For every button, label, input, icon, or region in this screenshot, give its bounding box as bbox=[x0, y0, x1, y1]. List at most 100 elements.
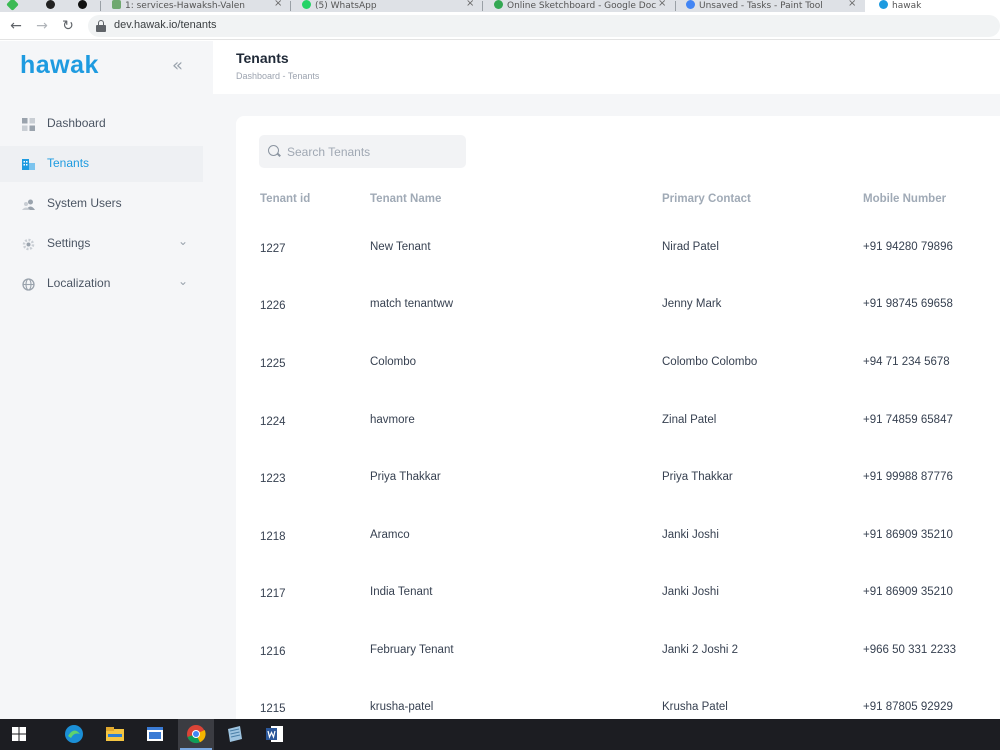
search-input[interactable] bbox=[287, 143, 457, 160]
table-row[interactable]: 1218 Aramco Janki Joshi +91 86909 35210 bbox=[236, 525, 1000, 582]
hawak-logo[interactable]: hawak bbox=[20, 51, 99, 80]
back-arrow-icon[interactable]: ← bbox=[6, 16, 26, 36]
chevron-down-icon[interactable]: ⌄ bbox=[178, 234, 188, 248]
windows-taskbar bbox=[0, 719, 1000, 750]
tenant-id-cell: 1227 bbox=[260, 243, 286, 255]
table-row[interactable]: 1215 krusha-patel Krusha Patel +91 87805… bbox=[236, 697, 1000, 719]
word-icon[interactable] bbox=[265, 724, 285, 744]
lock-icon bbox=[96, 20, 106, 32]
tenant-name-cell: New Tenant bbox=[370, 241, 431, 253]
tab-close-icon[interactable]: × bbox=[848, 0, 856, 9]
tab-title: 1: services-Hawaksh-Valen bbox=[125, 1, 245, 11]
browser-tab[interactable]: Online Sketchboard - Google Doc × bbox=[494, 0, 669, 12]
tenant-id-cell: 1215 bbox=[260, 703, 286, 715]
page-header: Tenants Dashboard - Tenants bbox=[213, 41, 1000, 94]
sidebar: hawak « Dashboard Tenants System Users S… bbox=[0, 41, 213, 719]
window-app-icon[interactable] bbox=[145, 724, 165, 744]
table-row[interactable]: 1226 match tenantww Jenny Mark +91 98745… bbox=[236, 294, 1000, 351]
globe-icon bbox=[22, 278, 35, 291]
chrome-icon[interactable] bbox=[186, 724, 206, 744]
tenant-name-cell: Colombo bbox=[370, 356, 417, 368]
edge-icon[interactable] bbox=[64, 724, 84, 744]
tenant-id-cell: 1226 bbox=[260, 300, 286, 312]
tab-divider bbox=[482, 1, 483, 11]
browser-tab[interactable]: 1: services-Hawaksh-Valen × bbox=[112, 0, 287, 12]
mobile-number-cell: +91 94280 79896 bbox=[863, 241, 953, 253]
browser-tab[interactable] bbox=[78, 0, 91, 12]
reload-icon[interactable]: ↻ bbox=[58, 16, 78, 36]
sidebar-item-label: Dashboard bbox=[47, 116, 106, 130]
tenants-icon bbox=[22, 159, 35, 170]
column-header-tenant-name[interactable]: Tenant Name bbox=[370, 193, 441, 205]
page-title: Tenants bbox=[236, 50, 289, 66]
forward-arrow-icon[interactable]: → bbox=[32, 16, 52, 36]
tenant-name-cell: krusha-patel bbox=[370, 701, 434, 713]
primary-contact-cell: Janki Joshi bbox=[662, 529, 719, 541]
table-row[interactable]: 1223 Priya Thakkar Priya Thakkar +91 999… bbox=[236, 467, 1000, 524]
primary-contact-cell: Zinal Patel bbox=[662, 414, 717, 426]
gear-icon bbox=[22, 238, 35, 251]
tab-favicon-icon bbox=[46, 0, 55, 9]
primary-contact-cell: Colombo Colombo bbox=[662, 356, 758, 368]
tenant-name-cell: Aramco bbox=[370, 529, 410, 541]
column-header-mobile-number[interactable]: Mobile Number bbox=[863, 193, 946, 205]
address-bar[interactable]: dev.hawak.io/tenants bbox=[88, 15, 1000, 37]
primary-contact-cell: Krusha Patel bbox=[662, 701, 728, 713]
tenant-id-cell: 1225 bbox=[260, 358, 286, 370]
sidebar-item-localization[interactable]: Localization ⌄ bbox=[0, 266, 203, 302]
mobile-number-cell: +966 50 331 2233 bbox=[863, 644, 957, 656]
dashboard-icon bbox=[22, 118, 35, 131]
tab-favicon-icon bbox=[494, 0, 503, 9]
tab-divider bbox=[675, 1, 676, 11]
primary-contact-cell: Jenny Mark bbox=[662, 298, 722, 310]
mobile-number-cell: +91 87805 92929 bbox=[863, 701, 953, 713]
sidebar-item-system-users[interactable]: System Users bbox=[0, 186, 203, 222]
tenants-card: Tenant id Tenant Name Primary Contact Mo… bbox=[236, 116, 1000, 719]
tab-title: hawak bbox=[892, 1, 922, 11]
collapse-sidebar-icon[interactable]: « bbox=[172, 55, 183, 76]
tab-close-icon[interactable]: × bbox=[274, 0, 282, 9]
tab-favicon-icon bbox=[78, 0, 87, 9]
chevron-down-icon[interactable]: ⌄ bbox=[178, 274, 188, 288]
file-explorer-icon[interactable] bbox=[105, 724, 125, 744]
tenant-id-cell: 1224 bbox=[260, 416, 286, 428]
table-row[interactable]: 1216 February Tenant Janki 2 Joshi 2 +96… bbox=[236, 640, 1000, 697]
search-icon bbox=[268, 145, 279, 156]
tenant-id-cell: 1223 bbox=[260, 473, 286, 485]
browser-tab[interactable] bbox=[6, 0, 21, 12]
tenant-name-cell: match tenantww bbox=[370, 298, 454, 310]
primary-contact-cell: Nirad Patel bbox=[662, 241, 719, 253]
tab-title: Unsaved - Tasks - Paint Tool bbox=[699, 1, 823, 11]
column-header-primary-contact[interactable]: Primary Contact bbox=[662, 193, 751, 205]
browser-tab[interactable] bbox=[46, 0, 59, 12]
browser-toolbar: ← → ↻ dev.hawak.io/tenants bbox=[0, 12, 1000, 40]
column-header-tenant-id[interactable]: Tenant id bbox=[260, 193, 310, 205]
sidebar-item-settings[interactable]: Settings ⌄ bbox=[0, 226, 203, 262]
windows-start-icon[interactable] bbox=[12, 727, 26, 741]
notes-app-icon[interactable] bbox=[225, 724, 245, 744]
tab-close-icon[interactable]: × bbox=[658, 0, 666, 9]
browser-tab[interactable]: Unsaved - Tasks - Paint Tool × bbox=[686, 0, 861, 12]
primary-contact-cell: Janki 2 Joshi 2 bbox=[662, 644, 739, 656]
tenant-name-cell: India Tenant bbox=[370, 586, 433, 598]
sidebar-item-label: Tenants bbox=[47, 156, 90, 170]
browser-tab-active[interactable]: hawak bbox=[865, 0, 1000, 12]
mobile-number-cell: +91 86909 35210 bbox=[863, 529, 953, 541]
search-box[interactable] bbox=[259, 135, 466, 168]
table-row[interactable]: 1225 Colombo Colombo Colombo +94 71 234 … bbox=[236, 352, 1000, 409]
tenant-id-cell: 1217 bbox=[260, 588, 286, 600]
browser-tab[interactable]: (5) WhatsApp × bbox=[302, 0, 477, 12]
table-row[interactable]: 1224 havmore Zinal Patel +91 74859 65847 bbox=[236, 410, 1000, 467]
tenant-name-cell: havmore bbox=[370, 414, 415, 426]
tab-title: Online Sketchboard - Google Doc bbox=[507, 1, 657, 11]
mobile-number-cell: +91 74859 65847 bbox=[863, 414, 953, 426]
tab-favicon-icon bbox=[686, 0, 695, 9]
sidebar-item-dashboard[interactable]: Dashboard bbox=[0, 106, 203, 142]
tab-close-icon[interactable]: × bbox=[466, 0, 474, 9]
tenant-name-cell: Priya Thakkar bbox=[370, 471, 441, 483]
table-row[interactable]: 1217 India Tenant Janki Joshi +91 86909 … bbox=[236, 582, 1000, 639]
tab-divider bbox=[100, 1, 101, 11]
table-row[interactable]: 1227 New Tenant Nirad Patel +91 94280 79… bbox=[236, 237, 1000, 294]
url-text[interactable]: dev.hawak.io/tenants bbox=[114, 19, 217, 31]
sidebar-item-tenants[interactable]: Tenants bbox=[0, 146, 203, 182]
